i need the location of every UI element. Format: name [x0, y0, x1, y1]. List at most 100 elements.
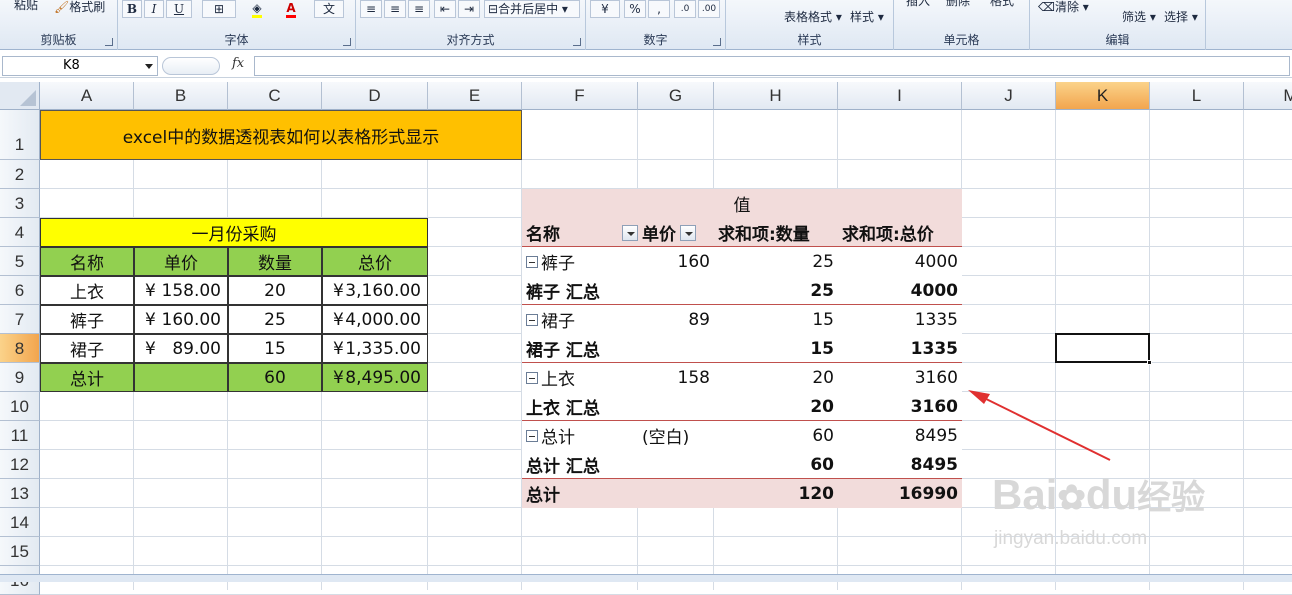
decrease-indent-button[interactable]: ⇤ — [434, 0, 456, 18]
pivot-cell-qty[interactable]: 25 — [714, 276, 838, 305]
sort-filter-button[interactable]: 筛选 ▾ — [1122, 8, 1156, 25]
row-header-13[interactable]: 13 — [0, 479, 40, 508]
align-center-button[interactable]: ≡ — [384, 0, 406, 18]
source-cell-total[interactable]: ¥1,335.00 — [322, 334, 428, 363]
comma-button[interactable]: , — [648, 0, 670, 18]
find-select-button[interactable]: 选择 ▾ — [1164, 8, 1198, 25]
clipboard-launcher-icon[interactable] — [105, 38, 113, 46]
pivot-cell-qty[interactable]: 15 — [714, 334, 838, 363]
name-box[interactable]: K8 — [2, 56, 158, 76]
source-cell-price[interactable]: ¥89.00 — [134, 334, 228, 363]
source-table-header[interactable]: 名称 — [40, 247, 134, 276]
paste-button[interactable]: 粘贴 — [14, 0, 38, 13]
source-cell-total[interactable]: ¥3,160.00 — [322, 276, 428, 305]
filter-dropdown-icon[interactable] — [622, 224, 638, 241]
alignment-launcher-icon[interactable] — [573, 38, 581, 46]
pivot-cell-qty[interactable]: 60 — [714, 421, 838, 450]
increase-decimal-button[interactable]: .0 — [674, 0, 696, 18]
bold-button[interactable]: B — [122, 0, 142, 18]
format-painter-button[interactable]: 🖌格式刷 — [54, 0, 105, 15]
pivot-cell-total[interactable]: 4000 — [838, 276, 962, 305]
column-header-d[interactable]: D — [322, 82, 428, 110]
pivot-subtotal-label[interactable]: 总计 汇总 — [522, 450, 638, 479]
pivot-cell-total[interactable]: 8495 — [838, 450, 962, 479]
font-launcher-icon[interactable] — [343, 38, 351, 46]
accounting-format-button[interactable]: ¥ — [590, 0, 620, 18]
pivot-cell-qty[interactable]: 15 — [714, 305, 838, 334]
source-total-empty[interactable] — [134, 363, 228, 392]
row-header-9[interactable]: 9 — [0, 363, 40, 392]
row-header-12[interactable]: 12 — [0, 450, 40, 479]
pivot-row-label[interactable]: 裤子 — [522, 247, 638, 276]
row-header-10[interactable]: 10 — [0, 392, 40, 421]
pivot-cell-qty[interactable]: 25 — [714, 247, 838, 276]
source-table-header[interactable]: 总价 — [322, 247, 428, 276]
italic-button[interactable]: I — [144, 0, 164, 18]
cell-style-button[interactable]: 样式 ▾ — [850, 8, 884, 25]
clear-button[interactable]: ⌫清除 ▾ — [1038, 0, 1089, 15]
decrease-decimal-button[interactable]: .00 — [698, 0, 720, 18]
fill-color-button[interactable]: ◈ — [242, 0, 272, 18]
column-header-j[interactable]: J — [962, 82, 1056, 110]
pivot-cell-total[interactable]: 8495 — [838, 421, 962, 450]
source-table-header[interactable]: 数量 — [228, 247, 322, 276]
increase-indent-button[interactable]: ⇥ — [458, 0, 480, 18]
source-total-qty[interactable]: 60 — [228, 363, 322, 392]
source-total-label[interactable]: 总计 — [40, 363, 134, 392]
column-header-f[interactable]: F — [522, 82, 638, 110]
source-cell-qty[interactable]: 15 — [228, 334, 322, 363]
source-cell-name[interactable]: 裤子 — [40, 305, 134, 334]
active-cell-k8[interactable] — [1055, 333, 1152, 365]
border-button[interactable]: ⊞ — [202, 0, 236, 18]
formula-expand-handle[interactable] — [162, 57, 220, 75]
pivot-cell-price[interactable] — [638, 276, 714, 305]
table-format-button[interactable]: 表格格式 ▾ — [784, 8, 842, 25]
pivot-subtotal-label[interactable]: 裤子 汇总 — [522, 276, 638, 305]
phonetic-button[interactable]: 文 — [314, 0, 344, 18]
pivot-grand-total-sum[interactable]: 16990 — [838, 479, 962, 508]
merge-center-button[interactable]: ⊟合并后居中 ▾ — [484, 0, 580, 18]
format-button[interactable]: 格式 — [990, 0, 1014, 9]
source-cell-name[interactable]: 裙子 — [40, 334, 134, 363]
pivot-cell-price[interactable] — [638, 450, 714, 479]
pivot-grand-total-label[interactable]: 总计 — [522, 479, 714, 508]
pivot-subtotal-label[interactable]: 上衣 汇总 — [522, 392, 638, 421]
source-cell-qty[interactable]: 25 — [228, 305, 322, 334]
row-header-4[interactable]: 4 — [0, 218, 40, 247]
pivot-cell-price[interactable]: 89 — [638, 305, 714, 334]
row-header-14[interactable]: 14 — [0, 508, 40, 537]
pivot-values-header[interactable]: 值 — [522, 189, 962, 218]
pivot-cell-qty[interactable]: 60 — [714, 450, 838, 479]
pivot-cell-price[interactable] — [638, 334, 714, 363]
collapse-icon[interactable] — [526, 255, 538, 268]
column-header-g[interactable]: G — [638, 82, 714, 110]
pivot-cell-total[interactable]: 1335 — [838, 334, 962, 363]
pivot-row-label[interactable]: 裙子 — [522, 305, 638, 334]
column-header-b[interactable]: B — [134, 82, 228, 110]
number-launcher-icon[interactable] — [713, 38, 721, 46]
filter-dropdown-icon[interactable] — [680, 224, 696, 241]
pivot-row-label[interactable]: 上衣 — [522, 363, 638, 392]
column-header-a[interactable]: A — [40, 82, 134, 110]
row-header-1[interactable]: 1 — [0, 110, 40, 160]
pivot-cell-price[interactable] — [638, 392, 714, 421]
column-header-k[interactable]: K — [1056, 82, 1150, 110]
source-cell-price[interactable]: ¥160.00 — [134, 305, 228, 334]
pivot-cell-price[interactable]: 158 — [638, 363, 714, 392]
pivot-cell-qty[interactable]: 20 — [714, 363, 838, 392]
formula-input[interactable] — [254, 56, 1290, 76]
pivot-column-header[interactable]: 求和项:数量 — [714, 218, 838, 247]
pivot-cell-total[interactable]: 3160 — [838, 363, 962, 392]
pivot-grand-total-qty[interactable]: 120 — [714, 479, 838, 508]
pivot-cell-total[interactable]: 3160 — [838, 392, 962, 421]
source-table-caption[interactable]: 一月份采购 — [40, 218, 428, 247]
insert-button[interactable]: 插入 — [906, 0, 930, 9]
align-left-button[interactable]: ≡ — [360, 0, 382, 18]
source-cell-qty[interactable]: 20 — [228, 276, 322, 305]
fill-handle[interactable] — [1147, 360, 1152, 365]
source-table-header[interactable]: 单价 — [134, 247, 228, 276]
pivot-cell-qty[interactable]: 20 — [714, 392, 838, 421]
source-cell-name[interactable]: 上衣 — [40, 276, 134, 305]
pivot-subtotal-label[interactable]: 裙子 汇总 — [522, 334, 638, 363]
row-header-7[interactable]: 7 — [0, 305, 40, 334]
